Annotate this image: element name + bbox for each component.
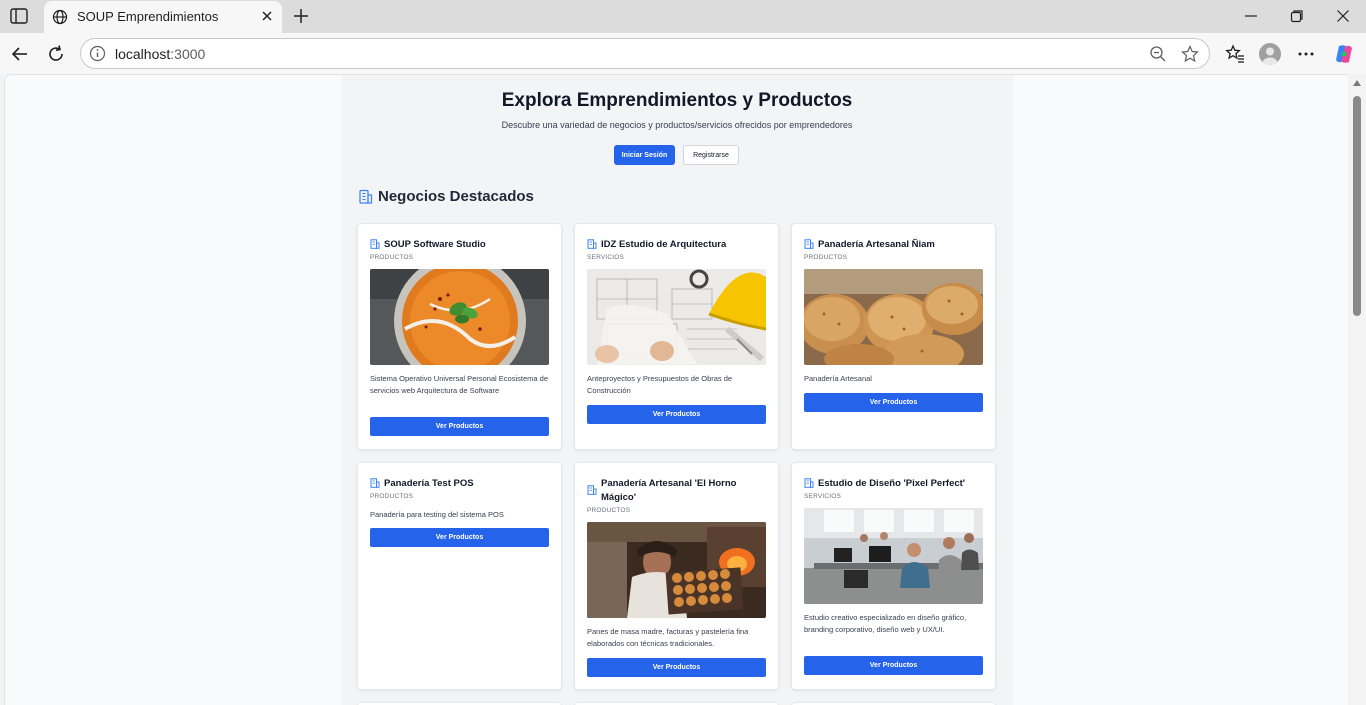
back-arrow-icon[interactable]: [10, 44, 30, 64]
business-description: Sistema Operativo Universal Personal Eco…: [370, 374, 548, 395]
page-margin-right: [1013, 75, 1348, 705]
business-name: Panadería Artesanal 'El Horno Mágico': [601, 478, 737, 503]
page-title: Explora Emprendimientos y Productos: [501, 90, 853, 111]
zoom-out-icon[interactable]: [1149, 45, 1167, 63]
globe-icon: [52, 9, 68, 25]
business-image-horno-magico: [587, 522, 766, 618]
building-icon: [370, 478, 380, 488]
url-port: :3000: [170, 46, 206, 62]
business-name: SOUP Software Studio: [384, 239, 486, 250]
building-icon: [804, 239, 814, 249]
page-viewport: Explora Emprendimientos y Productos Desc…: [4, 74, 1348, 705]
user-silhouette-icon: [1262, 47, 1278, 65]
business-description: Estudio creativo especializado en diseño…: [804, 613, 967, 634]
business-name: Estudio de Diseño 'Pixel Perfect': [818, 478, 966, 489]
more-options-icon[interactable]: [1296, 44, 1316, 64]
business-card-test-pos: Panadería Test POS PRODUCTOS Panadería p…: [357, 462, 562, 690]
business-card-soup: SOUP Software Studio PRODUCTOS Sistema O…: [357, 223, 562, 450]
login-button[interactable]: Iniciar Sesión: [614, 145, 675, 165]
business-name: Panadería Artesanal Ñiam: [818, 239, 935, 250]
business-category: SERVICIOS: [587, 254, 625, 261]
business-card-pixel-perfect: Estudio de Diseño 'Pixel Perfect' SERVIC…: [791, 462, 996, 690]
url-text: localhost:3000: [115, 46, 205, 62]
browser-tabbar: SOUP Emprendimientos: [0, 0, 1366, 33]
address-bar[interactable]: localhost:3000: [80, 38, 1210, 69]
business-category: PRODUCTOS: [587, 507, 631, 514]
business-image-idz: [587, 269, 766, 365]
reload-icon[interactable]: [46, 44, 66, 64]
view-products-button[interactable]: Ver Productos: [370, 528, 549, 547]
url-host: localhost: [115, 46, 171, 62]
new-tab-icon[interactable]: [292, 7, 310, 25]
browser-toolbar: localhost:3000: [0, 33, 1366, 74]
architecture-plans-image: [587, 269, 766, 365]
view-products-button[interactable]: Ver Productos: [370, 417, 549, 436]
bread-scones-image: [804, 269, 983, 365]
minimize-icon[interactable]: [1244, 9, 1258, 23]
business-description: Panadería Artesanal: [804, 374, 872, 383]
favorite-star-icon[interactable]: [1181, 45, 1199, 63]
scrollbar-thumb[interactable]: [1353, 96, 1361, 316]
favorites-list-icon[interactable]: [1225, 44, 1245, 64]
sidebar-toggle-icon[interactable]: [10, 8, 28, 24]
business-category: PRODUCTOS: [370, 493, 414, 500]
business-name: Panadería Test POS: [384, 478, 474, 489]
close-tab-icon[interactable]: [260, 9, 274, 23]
view-products-button[interactable]: Ver Productos: [804, 656, 983, 675]
scroll-up-arrow-icon[interactable]: [1353, 80, 1361, 86]
building-icon: [587, 239, 597, 249]
register-button[interactable]: Registrarse: [683, 145, 739, 165]
page-margin-left: [5, 75, 341, 705]
design-office-image: [804, 508, 983, 604]
soup-bowl-image: [370, 269, 549, 365]
business-category: SERVICIOS: [804, 493, 842, 500]
main-content: Explora Emprendimientos y Productos Desc…: [341, 75, 1013, 705]
view-products-button[interactable]: Ver Productos: [587, 658, 766, 677]
building-icon: [804, 478, 814, 488]
building-icon: [370, 239, 380, 249]
building-icon: [359, 189, 373, 204]
view-products-button[interactable]: Ver Productos: [804, 393, 983, 412]
business-description: Panadería para testing del sistema POS: [370, 510, 504, 519]
business-description: Anteproyectos y Presupuestos de Obras de…: [587, 374, 733, 395]
profile-avatar[interactable]: [1259, 43, 1281, 65]
copilot-icon[interactable]: [1333, 43, 1355, 65]
baker-oven-image: [587, 522, 766, 618]
business-card-niam: Panadería Artesanal Ñiam PRODUCTOS Panad…: [791, 223, 996, 450]
tab-title: SOUP Emprendimientos: [77, 9, 219, 24]
section-title: Negocios Destacados: [378, 188, 534, 205]
business-image-niam: [804, 269, 983, 365]
browser-tab-active[interactable]: SOUP Emprendimientos: [44, 1, 282, 33]
building-icon: [587, 485, 597, 495]
business-name: IDZ Estudio de Arquitectura: [601, 239, 727, 250]
business-description: Panes de masa madre, facturas y pasteler…: [587, 627, 749, 648]
site-info-icon[interactable]: [89, 45, 106, 62]
business-image-pixel-perfect: [804, 508, 983, 604]
business-image-soup: [370, 269, 549, 365]
close-window-icon[interactable]: [1336, 9, 1350, 23]
view-products-button[interactable]: Ver Productos: [587, 405, 766, 424]
business-card-idz: IDZ Estudio de Arquitectura SERVICIOS An…: [574, 223, 779, 450]
business-card-horno-magico: Panadería Artesanal 'El Horno Mágico' PR…: [574, 462, 779, 690]
restore-icon[interactable]: [1290, 9, 1304, 23]
business-category: PRODUCTOS: [804, 254, 848, 261]
page-subtitle: Descubre una variedad de negocios y prod…: [501, 120, 853, 130]
business-category: PRODUCTOS: [370, 254, 414, 261]
vertical-scrollbar[interactable]: [1348, 74, 1366, 705]
